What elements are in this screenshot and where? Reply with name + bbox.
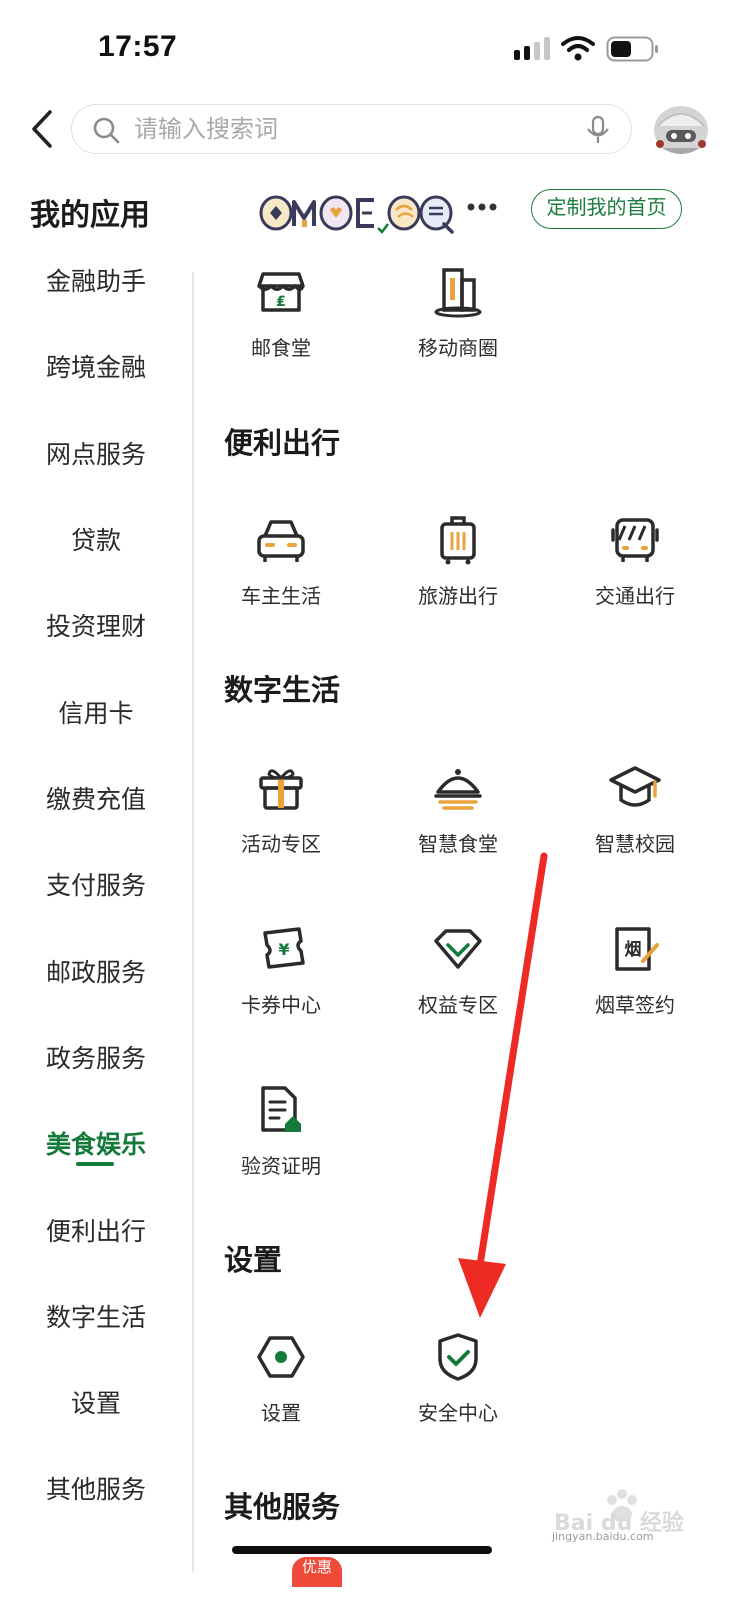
search-bar[interactable] (71, 104, 632, 154)
shield-check-icon (438, 1333, 478, 1381)
sidebar-item-food-entertainment[interactable]: 美食娱乐 (0, 1125, 192, 1161)
app-label: 交通出行 (595, 586, 675, 608)
app-capital-verification[interactable]: 验资证明 (216, 1084, 346, 1179)
app-label: 安全中心 (418, 1403, 498, 1425)
brand-logo (259, 195, 454, 234)
sidebar-item-cross-border-finance[interactable]: 跨境金融 (0, 348, 192, 384)
app-transportation[interactable]: 交通出行 (570, 514, 700, 609)
app-car-owner-life[interactable]: 车主生活 (216, 514, 346, 609)
dish-cover-icon (434, 769, 482, 810)
certificate-icon (261, 1086, 301, 1132)
app-label: 旅游出行 (418, 586, 498, 608)
car-icon (257, 520, 305, 562)
sidebar-item-credit-card[interactable]: 信用卡 (0, 694, 192, 730)
bus-icon (611, 518, 659, 562)
watermark-url: jingyan.baidu.com (552, 1530, 654, 1543)
app-label: 车主生活 (241, 586, 321, 608)
status-time: 17:57 (98, 30, 178, 63)
app-mobile-business-circle[interactable]: 移动商圈 (393, 266, 523, 361)
app-label: 烟草签约 (595, 995, 675, 1017)
sidebar-item-government-services[interactable]: 政务服务 (0, 1039, 192, 1075)
home-indicator (232, 1546, 492, 1554)
settings-hexagon-icon (257, 1336, 305, 1378)
section-title-travel: 便利出行 (224, 428, 341, 460)
sidebar-item-digital-life[interactable]: 数字生活 (0, 1298, 192, 1334)
sidebar-item-investment[interactable]: 投资理财 (0, 607, 192, 643)
section-title-other-services: 其他服务 (224, 1492, 341, 1524)
app-security-center[interactable]: 安全中心 (393, 1331, 523, 1426)
sidebar-item-settings[interactable]: 设置 (0, 1384, 192, 1420)
app-label: 卡券中心 (241, 995, 321, 1017)
avatar[interactable] (648, 100, 714, 164)
section-title-digital-life: 数字生活 (224, 675, 341, 707)
store-icon: ₤ (257, 272, 305, 312)
app-label: 验资证明 (241, 1156, 321, 1178)
category-sidebar: 金融助手 跨境金融 网点服务 贷款 投资理财 信用卡 缴费充值 支付服务 邮政服… (0, 236, 192, 1600)
app-coupon-center[interactable]: ¥ 卡券中心 (216, 923, 346, 1018)
app-tourism-travel[interactable]: 旅游出行 (393, 514, 523, 609)
building-icon (434, 268, 482, 318)
diamond-icon (434, 929, 482, 969)
svg-text:¥: ¥ (278, 940, 289, 959)
app-label: 权益专区 (418, 995, 498, 1017)
customize-homepage-button[interactable]: 定制我的首页 (531, 189, 682, 229)
cellular-signal-icon (514, 37, 550, 60)
app-label: 智慧校园 (595, 834, 675, 856)
tobacco-contract-icon: 烟 (615, 927, 659, 971)
microphone-icon[interactable] (585, 115, 611, 145)
luggage-icon (440, 516, 476, 565)
sidebar-item-loans[interactable]: 贷款 (0, 521, 192, 557)
sidebar-item-convenient-travel[interactable]: 便利出行 (0, 1212, 192, 1248)
search-input[interactable] (134, 113, 574, 147)
coupon-icon: ¥ (263, 927, 305, 969)
sidebar-item-postal-services[interactable]: 邮政服务 (0, 953, 192, 989)
section-title-settings: 设置 (224, 1245, 283, 1277)
promo-badge: 优惠 (292, 1557, 342, 1587)
wifi-icon (561, 36, 595, 61)
app-label: 智慧食堂 (418, 834, 498, 856)
gift-icon (259, 769, 303, 810)
app-tobacco-contract[interactable]: 烟 烟草签约 (570, 923, 700, 1018)
app-label: 移动商圈 (418, 338, 498, 360)
sidebar-item-payment-services[interactable]: 支付服务 (0, 866, 192, 902)
active-tab-indicator (76, 1162, 114, 1166)
app-you-shi-tang[interactable]: ₤ 邮食堂 (216, 266, 346, 361)
sidebar-item-branch-services[interactable]: 网点服务 (0, 435, 192, 471)
app-label: 邮食堂 (251, 338, 311, 360)
app-smart-campus[interactable]: 智慧校园 (570, 762, 700, 857)
app-activity-zone[interactable]: 活动专区 (216, 762, 346, 857)
graduation-cap-icon (609, 766, 661, 807)
back-button[interactable] (24, 108, 60, 150)
page-title: 我的应用 (30, 199, 150, 232)
battery-icon (606, 36, 658, 62)
red-annotation-arrow (458, 852, 548, 1318)
sidebar-item-finance-assistant[interactable]: 金融助手 (0, 262, 192, 298)
tobacco-glyph: 烟 (625, 939, 642, 960)
more-icon[interactable] (466, 200, 498, 214)
sidebar-divider (192, 272, 194, 1572)
svg-text:₤: ₤ (276, 294, 286, 310)
app-smart-canteen[interactable]: 智慧食堂 (393, 762, 523, 857)
status-bar: 17:57 (0, 0, 738, 96)
sidebar-item-bill-payment[interactable]: 缴费充值 (0, 780, 192, 816)
sidebar-item-other-services[interactable]: 其他服务 (0, 1470, 192, 1506)
app-label: 设置 (261, 1403, 301, 1425)
search-icon (93, 117, 120, 144)
app-label: 活动专区 (241, 834, 321, 856)
app-rights-zone[interactable]: 权益专区 (393, 923, 523, 1018)
app-settings[interactable]: 设置 (216, 1331, 346, 1426)
